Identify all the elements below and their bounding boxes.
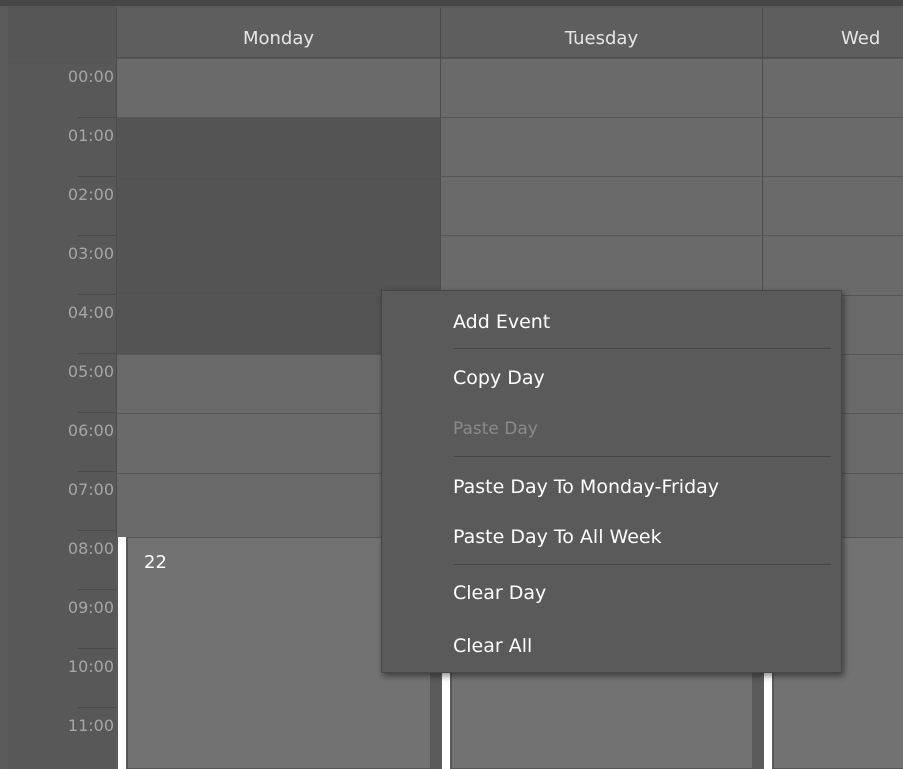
menu-separator xyxy=(453,348,831,349)
menu-item-paste-day: Paste Day xyxy=(453,419,538,439)
time-tick xyxy=(78,117,116,118)
time-label: 01:00 xyxy=(67,126,114,145)
time-tick xyxy=(78,294,116,295)
time-tick xyxy=(78,530,116,531)
slot-tuesday-03[interactable] xyxy=(440,235,762,295)
time-tick xyxy=(78,412,116,413)
time-label: 11:00 xyxy=(67,716,114,735)
day-header-wednesday[interactable]: Wed xyxy=(762,8,903,58)
time-label: 07:00 xyxy=(67,480,114,499)
header-corner xyxy=(8,6,116,58)
menu-separator xyxy=(453,456,831,457)
time-label: 06:00 xyxy=(67,421,114,440)
time-label: 00:00 xyxy=(67,67,114,86)
slot-monday-00[interactable] xyxy=(116,58,440,117)
event-marker-monday xyxy=(118,537,126,769)
time-label: 04:00 xyxy=(67,303,114,322)
menu-item-clear-day[interactable]: Clear Day xyxy=(382,571,841,615)
time-gutter: 00:00 01:00 02:00 03:00 04:00 05:00 06:0… xyxy=(8,58,116,769)
day-header-monday[interactable]: Monday xyxy=(116,8,440,58)
time-tick xyxy=(78,589,116,590)
time-tick xyxy=(78,176,116,177)
menu-separator xyxy=(453,564,831,565)
menu-item-clear-all[interactable]: Clear All xyxy=(382,624,841,668)
slot-monday-03[interactable] xyxy=(116,235,440,295)
slot-monday-02[interactable] xyxy=(116,176,440,235)
time-tick xyxy=(78,353,116,354)
menu-item-paste-day-to-monday-friday[interactable]: Paste Day To Monday-Friday xyxy=(382,465,841,509)
menu-item-copy-day[interactable]: Copy Day xyxy=(382,356,841,400)
slot-wednesday-00[interactable] xyxy=(762,58,903,117)
time-label: 09:00 xyxy=(67,598,114,617)
time-tick xyxy=(78,707,116,708)
time-tick xyxy=(78,471,116,472)
slot-tuesday-02[interactable] xyxy=(440,176,762,235)
menu-item-paste-day-to-all-week[interactable]: Paste Day To All Week xyxy=(382,515,841,559)
menu-item-add-event[interactable]: Add Event xyxy=(382,300,841,344)
time-label: 10:00 xyxy=(67,657,114,676)
slot-tuesday-00[interactable] xyxy=(440,58,762,117)
slot-tuesday-01[interactable] xyxy=(440,117,762,176)
time-label: 02:00 xyxy=(67,185,114,204)
time-tick xyxy=(78,648,116,649)
context-menu: Add Event Copy Day Paste Day Paste Day T… xyxy=(381,290,842,673)
time-label: 05:00 xyxy=(67,362,114,381)
slot-monday-01[interactable] xyxy=(116,117,440,176)
day-header-tuesday[interactable]: Tuesday xyxy=(440,8,762,58)
event-value: 22 xyxy=(144,552,167,573)
time-label: 03:00 xyxy=(67,244,114,263)
top-border xyxy=(0,0,903,6)
slot-wednesday-02[interactable] xyxy=(762,176,903,235)
slot-wednesday-03[interactable] xyxy=(762,235,903,295)
slot-wednesday-01[interactable] xyxy=(762,117,903,176)
time-label: 08:00 xyxy=(67,539,114,558)
time-tick xyxy=(78,235,116,236)
